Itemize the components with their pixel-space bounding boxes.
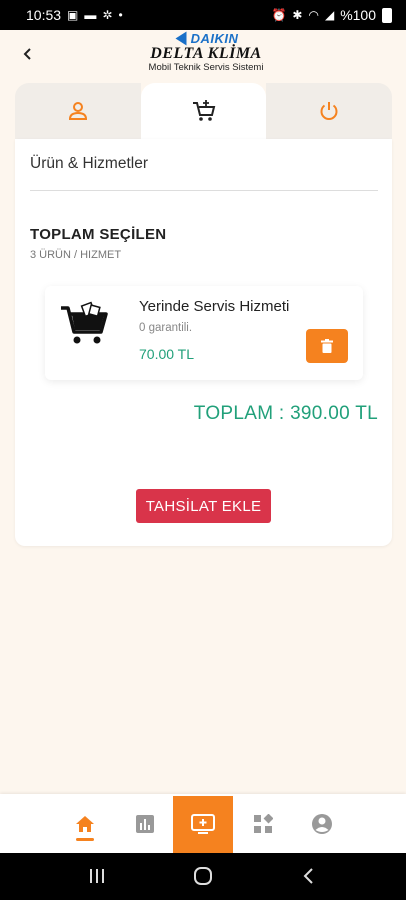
chevron-left-icon: [303, 868, 313, 884]
chevron-left-icon: [23, 48, 31, 60]
list-item[interactable]: Yerinde Servis Hizmeti 0 garantili. 70.0…: [45, 286, 363, 380]
battery-icon: [382, 7, 392, 23]
wifi-icon: ◠: [308, 8, 319, 22]
company-name: DELTA KLİMA: [150, 45, 262, 62]
cart-add-icon: [192, 100, 215, 121]
app-header: DAIKIN DELTA KLİMA Mobil Teknik Servis S…: [0, 30, 406, 82]
tab-customer[interactable]: [15, 83, 141, 139]
nav-profile[interactable]: [292, 794, 352, 853]
home-circle-icon: [194, 867, 212, 885]
nav-service[interactable]: [173, 796, 233, 853]
settings-icon: ✲: [102, 8, 113, 22]
home-icon: [76, 815, 94, 832]
nav-home[interactable]: [55, 794, 115, 853]
section-title: Ürün & Hizmetler: [30, 155, 148, 172]
status-bar: 10:53 ▣ ▬ ✲ • ⏰ ✱ ◠ ◢ %100: [0, 0, 406, 30]
tab-logout[interactable]: [266, 83, 393, 139]
battery-level: %100: [340, 7, 376, 23]
bluetooth-icon: ✱: [292, 8, 303, 22]
dot-icon: •: [118, 8, 123, 22]
chart-icon: [136, 814, 154, 833]
shopping-cart-icon: [61, 301, 108, 344]
brand-logo: DAIKIN DELTA KLİMA Mobil Teknik Servis S…: [136, 31, 276, 78]
summary-title: TOPLAM SEÇİLEN: [30, 226, 167, 243]
app-subtitle: Mobil Teknik Servis Sistemi: [148, 62, 264, 73]
trash-icon: [321, 339, 333, 353]
brand-name: DAIKIN: [190, 31, 239, 46]
account-icon: [312, 813, 332, 834]
divider: [30, 190, 378, 191]
add-collection-button[interactable]: TAHSİLAT EKLE: [136, 489, 271, 523]
tab-products[interactable]: [140, 83, 267, 139]
bottom-nav: [0, 794, 406, 853]
system-nav-bar: [0, 853, 406, 900]
item-name: Yerinde Servis Hizmeti: [139, 298, 290, 315]
back-system-button[interactable]: [289, 861, 329, 891]
nav-apps[interactable]: [233, 794, 293, 853]
item-price: 70.00 TL: [139, 346, 195, 362]
recent-apps-icon: [90, 869, 104, 883]
nav-reports[interactable]: [115, 794, 175, 853]
item-warranty: 0 garantili.: [139, 322, 193, 334]
image-icon: ▣: [67, 8, 79, 22]
back-button[interactable]: [14, 40, 42, 68]
delete-item-button[interactable]: [306, 329, 348, 363]
active-nav-indicator: [76, 838, 94, 841]
alarm-icon: ⏰: [271, 8, 287, 22]
user-icon: [68, 102, 87, 120]
products-card: Ürün & Hizmetler TOPLAM SEÇİLEN 3 ÜRÜN /…: [15, 139, 392, 546]
apps-icon: [254, 813, 273, 833]
recent-apps-button[interactable]: [77, 861, 117, 891]
home-system-button[interactable]: [183, 861, 223, 891]
power-icon: [320, 102, 338, 120]
top-tabs: [15, 83, 393, 139]
monitor-add-icon: [191, 813, 215, 834]
status-time: 10:53: [26, 7, 62, 23]
signal-icon: ◢: [324, 8, 335, 22]
summary-count: 3 ÜRÜN / HIZMET: [30, 249, 122, 261]
total-amount: TOPLAM : 390.00 TL: [193, 403, 378, 424]
daikin-logo-icon: [175, 31, 187, 46]
message-icon: ▬: [84, 8, 97, 22]
